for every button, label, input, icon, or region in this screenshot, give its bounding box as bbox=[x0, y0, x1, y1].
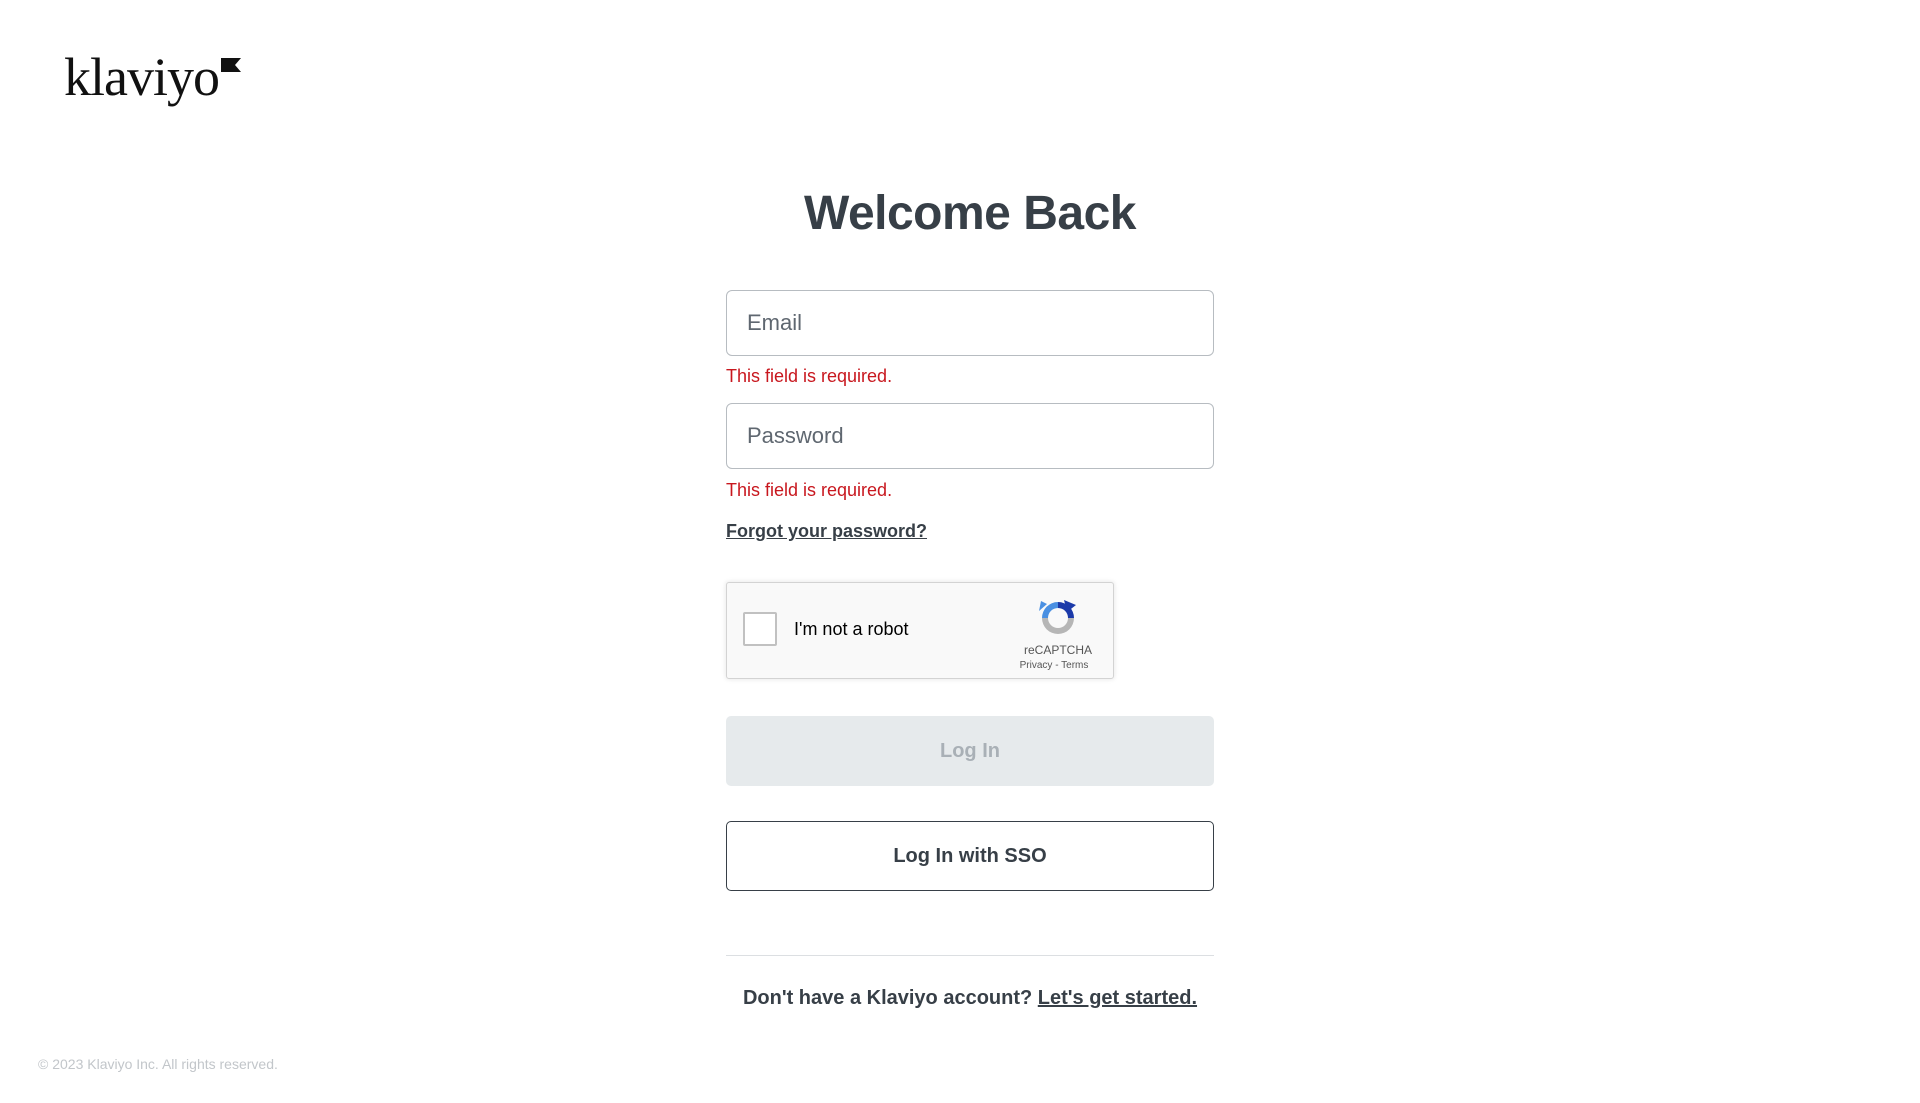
email-input[interactable] bbox=[726, 290, 1214, 356]
email-error: This field is required. bbox=[726, 366, 893, 386]
recaptcha-icon bbox=[1039, 600, 1076, 634]
flag-icon bbox=[220, 58, 241, 72]
signup-link[interactable]: Let's get started. bbox=[1038, 987, 1197, 1009]
recaptcha-separator: - bbox=[1052, 660, 1062, 671]
signup-text: Don't have a Klaviyo account? bbox=[742, 987, 1038, 1009]
page-title: Welcome Back bbox=[804, 187, 1136, 240]
password-input[interactable] bbox=[726, 403, 1214, 469]
password-error: This field is required. bbox=[726, 480, 893, 500]
recaptcha-checkbox[interactable] bbox=[743, 612, 777, 646]
forgot-password-link[interactable]: Forgot your password? bbox=[726, 521, 927, 542]
recaptcha-brand: reCAPTCHA bbox=[1023, 643, 1092, 657]
recaptcha-privacy-link[interactable]: Privacy bbox=[1020, 660, 1053, 671]
recaptcha-widget: I'm not a robot reCAPTCHA Privacy - Term… bbox=[726, 582, 1114, 679]
recaptcha-terms-link[interactable]: Terms bbox=[1061, 660, 1088, 671]
sso-login-button[interactable]: Log In with SSO bbox=[726, 821, 1214, 891]
recaptcha-links: Privacy - Terms bbox=[1009, 660, 1099, 671]
divider bbox=[726, 955, 1214, 956]
klaviyo-logo[interactable]: klaviyo bbox=[64, 50, 241, 104]
login-page: klaviyo Welcome Back This field is requi… bbox=[0, 0, 1920, 1103]
recaptcha-label: I'm not a robot bbox=[794, 619, 909, 639]
copyright-footer: © 2023 Klaviyo Inc. All rights reserved. bbox=[38, 1056, 278, 1072]
signup-prompt: Don't have a Klaviyo account? Let's get … bbox=[726, 987, 1214, 1010]
logo-wordmark: klaviyo bbox=[64, 47, 220, 107]
login-button[interactable]: Log In bbox=[726, 716, 1214, 786]
